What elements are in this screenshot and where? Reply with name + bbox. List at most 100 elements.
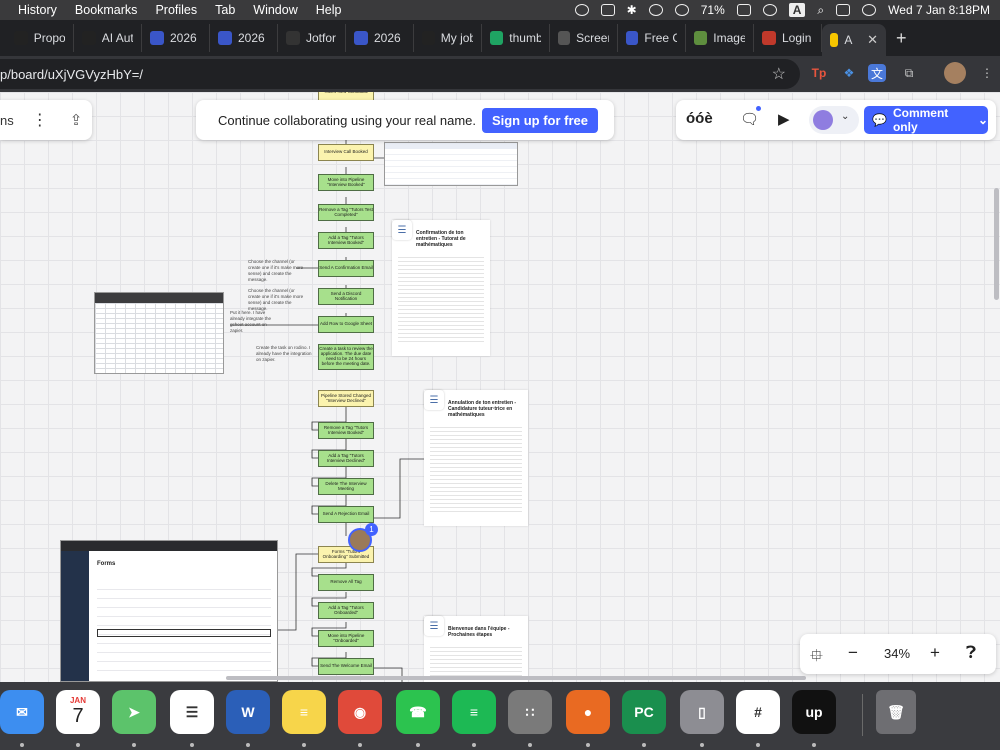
translate-extension-icon[interactable]: 文 (868, 64, 886, 82)
flow-node[interactable]: Send A Rejection Email (318, 506, 374, 523)
board-canvas[interactable]: "Tutors New Candidate"Interview Call Boo… (0, 92, 1000, 682)
firefox-icon[interactable]: ● (566, 690, 610, 734)
reminders-icon[interactable]: ☰ (170, 690, 214, 734)
keyboard-input-icon[interactable]: A (788, 3, 806, 17)
browser-tab[interactable]: Screen (550, 24, 618, 52)
image-pipeline-screenshot[interactable] (384, 142, 518, 186)
flow-node[interactable]: Interview Call Booked (318, 144, 374, 161)
note-discord-channel-1[interactable]: Choose the channel (or create one if it'… (248, 259, 308, 282)
flow-node[interactable]: Add a Tag "Tutors Onboarded" (318, 602, 374, 619)
chat-icon[interactable]: 🗨 (740, 110, 759, 128)
bluetooth-icon[interactable]: ✱ (627, 3, 637, 17)
url-field[interactable]: p/board/uXjVGVyzHbY=/ ☆ (0, 59, 800, 89)
upwork-icon[interactable]: up (792, 690, 836, 734)
user-avatar-button[interactable]: ⌄ (809, 106, 859, 134)
note-discord-channel-2[interactable]: Choose the channel (or create one if it'… (248, 288, 308, 311)
help-icon[interactable]: ❓︎ (966, 643, 976, 663)
browser-tab[interactable]: 2026 (142, 24, 210, 52)
zoom-level[interactable]: 34% (884, 646, 910, 661)
flow-node[interactable]: Add Row to Google Sheet (318, 316, 374, 333)
flow-node[interactable]: Send a Discord Notification (318, 288, 374, 305)
horizontal-scrollbar[interactable] (226, 676, 806, 680)
menu-window[interactable]: Window (253, 3, 297, 17)
note-task-zapier[interactable]: Create the task on rodino. I already hav… (256, 345, 316, 363)
status-app-icon[interactable] (574, 4, 589, 16)
spotify-icon[interactable]: ≡ (452, 690, 496, 734)
reactions-icon[interactable]: óóè (686, 110, 713, 127)
note-gsheet[interactable]: Put it here. I have already integrate th… (230, 310, 274, 333)
browser-tab[interactable]: thumb (482, 24, 550, 52)
link-icon[interactable] (762, 4, 777, 16)
trash-icon[interactable]: 🗑︎ (876, 690, 916, 734)
browser-tab[interactable]: Propo (6, 24, 74, 52)
flow-node[interactable]: Remove All Tag (318, 574, 374, 591)
comment-only-button[interactable]: 💬 Comment only ⌄ (864, 106, 988, 134)
calendar-icon[interactable]: JAN 7 (56, 690, 100, 734)
close-tab-icon[interactable]: ✕ (867, 32, 878, 48)
more-options-icon[interactable]: ⋮ (32, 110, 48, 130)
menu-tab[interactable]: Tab (215, 3, 235, 17)
share-export-icon[interactable]: ⇪ (70, 111, 83, 129)
extension-tp-icon[interactable]: Tp (808, 62, 830, 84)
doc-card-bienvenue[interactable]: ☰ Bienvenue dans l'équipe - Prochaines é… (424, 616, 528, 682)
flow-node[interactable]: Remove a Tag "Tutors Interview Booked" (318, 422, 374, 439)
image-forms-screenshot[interactable]: Forms (60, 540, 278, 682)
zoom-in-icon[interactable]: + (930, 643, 940, 663)
clock-datetime[interactable]: Wed 7 Jan 8:18PM (888, 3, 990, 17)
whatsapp-icon[interactable]: ☎ (396, 690, 440, 734)
slack-icon[interactable]: # (736, 690, 780, 734)
board-name-fragment[interactable]: ns (0, 113, 14, 128)
maps-icon[interactable]: ➤ (112, 690, 156, 734)
browser-tab[interactable]: 2026 (210, 24, 278, 52)
mail-icon[interactable]: ✉ (0, 690, 44, 734)
siri-icon[interactable] (862, 4, 877, 16)
extension-puzzle-blue-icon[interactable]: ❖ (838, 62, 860, 84)
flow-node[interactable]: Pipeline Stored Changed "Interview Decli… (318, 390, 374, 407)
extensions-icon[interactable]: ⧉ (898, 62, 920, 84)
browser-tab[interactable]: AI Aut (74, 24, 142, 52)
flow-node[interactable]: Add a Tag "Tutors Interview Declined" (318, 450, 374, 467)
menu-bookmarks[interactable]: Bookmarks (75, 3, 138, 17)
menu-profiles[interactable]: Profiles (155, 3, 197, 17)
fit-to-screen-icon[interactable]: ⯐ (810, 643, 823, 672)
play-icon[interactable] (674, 4, 689, 16)
pycharm-icon[interactable]: PC (622, 690, 666, 734)
flow-node[interactable]: Send The Welcome Email (318, 658, 374, 675)
doc-card-annulation[interactable]: ☰ Annulation de ton entretien - Candidat… (424, 390, 528, 526)
search-icon[interactable]: ⌕ (817, 3, 824, 18)
flow-node[interactable]: Move into Pipeline "Interview Booked" (318, 174, 374, 191)
browser-menu-icon[interactable]: ⋮ (976, 62, 998, 84)
notes-icon[interactable]: ≡ (282, 690, 326, 734)
chrome-icon[interactable]: ◉ (338, 690, 382, 734)
word-icon[interactable]: W (226, 690, 270, 734)
control-center-icon[interactable] (836, 4, 851, 16)
bookmark-star-icon[interactable]: ☆ (772, 64, 786, 84)
vertical-scrollbar[interactable] (994, 188, 999, 300)
video-call-icon[interactable]: ▶ (778, 110, 790, 128)
flow-node[interactable]: Move into Pipeline "Onboarded" (318, 630, 374, 647)
flow-node[interactable]: Remove a Tag "Tutors Test Completed" (318, 204, 374, 221)
image-gsheet-screenshot[interactable] (94, 292, 224, 374)
browser-tab[interactable]: Au ✕ (822, 24, 886, 56)
browser-tab[interactable]: Free C (618, 24, 686, 52)
flow-node[interactable]: Create a task to review the application.… (318, 344, 374, 370)
browser-tab[interactable]: Jotfor (278, 24, 346, 52)
doc-card-confirmation[interactable]: ☰ Confirmation de ton entretien - Tutora… (392, 220, 490, 356)
sign-up-button[interactable]: Sign up for free (481, 108, 598, 133)
flow-node[interactable]: Delete The Interview Meeting (318, 478, 374, 495)
display-icon[interactable] (600, 4, 615, 16)
new-tab-icon[interactable]: + (896, 28, 907, 49)
battery-icon[interactable] (736, 4, 751, 16)
browser-tab[interactable]: Login (754, 24, 822, 52)
info-icon[interactable] (648, 4, 663, 16)
browser-tab[interactable]: My job (414, 24, 482, 52)
collaborator-avatar[interactable]: 1 (348, 523, 378, 552)
menu-history[interactable]: History (18, 3, 57, 17)
flow-node[interactable]: Add a Tag "Tutors Interview Booked" (318, 232, 374, 249)
browser-tab[interactable]: 2026 (346, 24, 414, 52)
zoom-out-icon[interactable]: − (848, 643, 858, 663)
menu-help[interactable]: Help (316, 3, 342, 17)
iphone-mirroring-icon[interactable]: ▯ (680, 690, 724, 734)
profile-avatar[interactable] (944, 62, 966, 84)
calculator-icon[interactable]: ∷ (508, 690, 552, 734)
